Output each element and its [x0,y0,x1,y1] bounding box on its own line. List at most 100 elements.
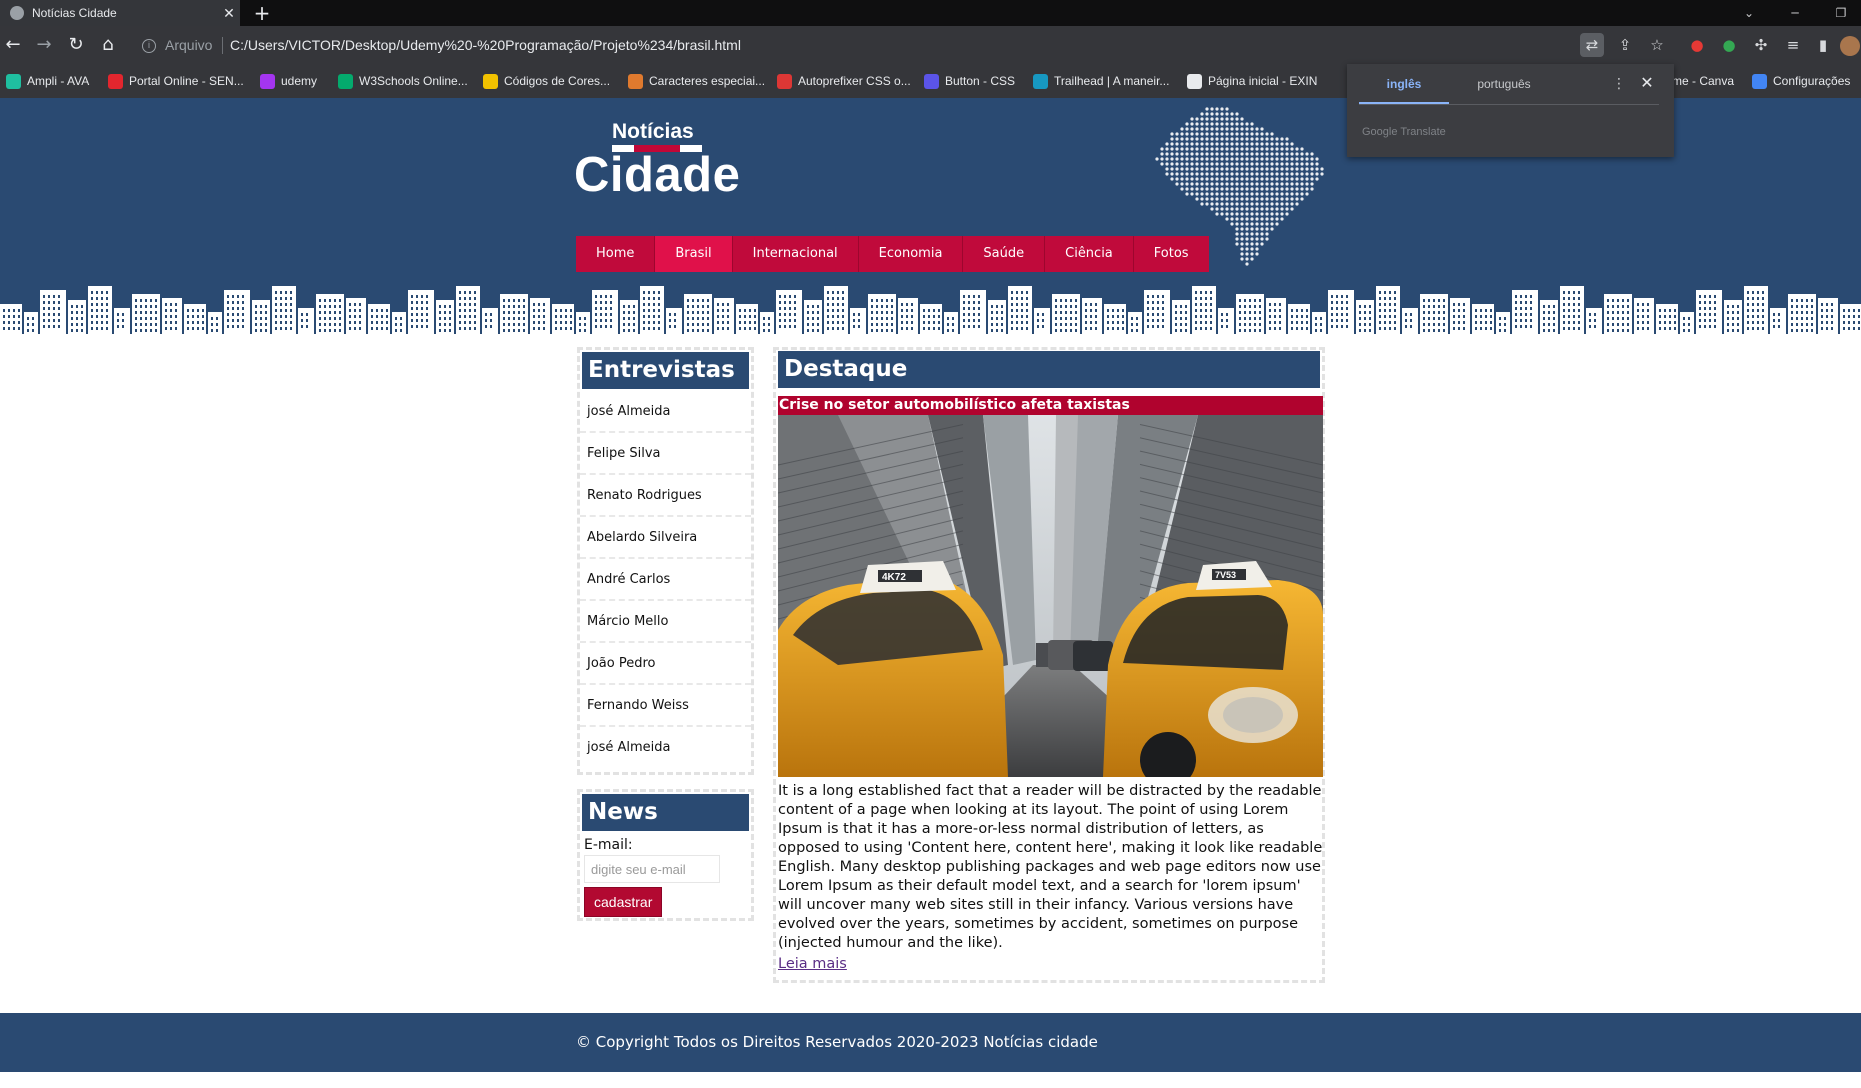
globe-icon [10,6,24,20]
email-field[interactable] [584,855,720,883]
site-footer: © Copyright Todos os Direitos Reservados… [0,1013,1861,1072]
nav-item-internacional[interactable]: Internacional [733,236,859,272]
interview-item[interactable]: Márcio Mello [580,601,751,643]
email-label: E-mail: [584,837,633,853]
browser-tab[interactable]: Notícias Cidade ✕ [0,0,240,26]
interview-item[interactable]: Abelardo Silveira [580,517,751,559]
bookmark-item[interactable]: Ampli - AVA [6,72,89,90]
google-translate-brand: Google Translate [1362,126,1446,138]
bookmark-item[interactable]: Página inicial - EXIN [1187,72,1317,90]
bookmark-favicon-icon [108,73,123,89]
subscribe-button[interactable]: cadastrar [584,887,663,917]
interview-item[interactable]: Felipe Silva [580,433,751,475]
close-tab-icon[interactable]: ✕ [218,5,240,22]
translate-divider [1359,104,1659,105]
close-icon[interactable]: ✕ [1637,73,1657,93]
bookmark-favicon-icon [260,73,275,89]
bookmark-favicon-icon [6,73,21,89]
bookmark-favicon-icon [338,73,353,89]
tab-title: Notícias Cidade [32,6,117,20]
city-taxis-photo: 4K72 7V53 [778,415,1323,777]
interview-item[interactable]: João Pedro [580,643,751,685]
bookmark-item[interactable]: Autoprefixer CSS o... [777,72,911,90]
main-nav: Home Brasil Internacional Economia Saúde… [576,236,1209,272]
highlight-title: Destaque [778,351,1320,388]
info-icon[interactable]: i [142,39,156,53]
side-panel-icon[interactable]: ▮ [1811,33,1835,57]
interview-item[interactable]: André Carlos [580,559,751,601]
extension-green-icon[interactable]: ● [1717,33,1741,57]
interview-item[interactable]: Renato Rodrigues [580,475,751,517]
bookmark-item[interactable]: Button - CSS [924,72,1015,90]
translate-tab-target[interactable]: português [1449,64,1559,104]
bookmark-favicon-icon [1033,73,1048,89]
logo-main-text: Cidade [574,148,741,202]
bookmark-label: udemy [281,74,318,88]
translate-popup: inglês português ⋮ ✕ Google Translate [1347,64,1674,157]
bookmark-label: W3Schools Online... [359,74,468,88]
taxi-plate-right: 7V53 [1215,570,1236,580]
home-icon[interactable]: ⌂ [96,33,120,57]
bookmark-label: Caracteres especiai... [649,74,766,88]
logo-top-text: Notícias [612,120,694,143]
new-tab-button[interactable]: + [250,1,274,25]
bookmark-label: Trailhead | A maneir... [1054,74,1170,88]
nav-item-saude[interactable]: Saúde [963,236,1046,272]
bookmark-item[interactable]: me - Canva [1672,72,1734,90]
interview-item[interactable]: josé Almeida [580,391,751,433]
article-headline: Crise no setor automobilístico afeta tax… [778,396,1323,415]
translate-tab-source[interactable]: inglês [1359,64,1449,104]
bookmark-item[interactable]: udemy [260,72,317,90]
reading-list-icon[interactable]: ≡ [1781,33,1805,57]
bookmark-favicon-icon [483,73,498,89]
browser-tabstrip: Notícias Cidade ✕ + ⌄ ─ ❐ [0,0,1861,26]
bookmark-label: Portal Online - SEN... [129,74,244,88]
interviews-title: Entrevistas [582,352,749,389]
bookmark-star-icon[interactable]: ☆ [1645,33,1669,57]
reload-icon[interactable]: ↻ [64,33,88,57]
extensions-puzzle-icon[interactable]: ✣ [1749,33,1773,57]
restore-icon[interactable]: ❐ [1821,0,1861,26]
bookmark-item[interactable]: Caracteres especiai... [628,72,765,90]
bookmark-favicon-icon [777,73,792,89]
nav-item-economia[interactable]: Economia [859,236,964,272]
article-body: It is a long established fact that a rea… [778,783,1323,951]
profile-avatar[interactable] [1840,36,1860,56]
tab-search-icon[interactable]: ⌄ [1729,0,1769,26]
translate-icon[interactable]: ⇄ [1580,33,1604,57]
bookmark-item[interactable]: Portal Online - SEN... [108,72,244,90]
more-options-icon[interactable]: ⋮ [1609,74,1629,94]
bookmark-item[interactable]: Configurações [1752,72,1850,90]
nav-item-home[interactable]: Home [576,236,656,272]
bookmark-favicon-icon [1752,73,1767,89]
bookmark-item[interactable]: Códigos de Cores... [483,72,610,90]
forward-icon[interactable]: → [32,33,56,57]
bookmark-label: me - Canva [1672,74,1735,88]
url-scheme-label: Arquivo [165,37,213,53]
bookmark-favicon-icon [1187,73,1202,89]
nav-item-brasil[interactable]: Brasil [655,236,733,272]
minimize-icon[interactable]: ─ [1775,0,1815,26]
nav-item-ciencia[interactable]: Ciência [1045,236,1134,272]
address-bar[interactable]: C:/Users/VICTOR/Desktop/Udemy%20-%20Prog… [230,37,741,53]
back-icon[interactable]: ← [1,33,25,57]
extension-red-icon[interactable]: ● [1685,33,1709,57]
interview-item[interactable]: josé Almeida [580,727,751,769]
bookmark-item[interactable]: Trailhead | A maneir... [1033,72,1169,90]
interviews-box: Entrevistas josé Almeida Felipe Silva Re… [577,347,754,775]
city-skyline-decoration [0,286,1861,334]
url-divider [222,37,223,54]
read-more-link[interactable]: Leia mais [778,956,847,972]
interview-item[interactable]: Fernando Weiss [580,685,751,727]
bookmark-label: Configurações [1773,74,1851,88]
bookmark-label: Página inicial - EXIN [1208,74,1318,88]
bookmark-label: Códigos de Cores... [504,74,611,88]
bookmark-favicon-icon [628,73,643,89]
bookmark-label: Ampli - AVA [27,74,90,88]
share-icon[interactable]: ⇪ [1613,33,1637,57]
highlight-box: Destaque Crise no setor automobilístico … [773,347,1325,983]
news-box: News E-mail: cadastrar [577,789,754,921]
nav-item-fotos[interactable]: Fotos [1134,236,1209,272]
browser-toolbar: ← → ↻ ⌂ i Arquivo C:/Users/VICTOR/Deskto… [0,26,1861,64]
bookmark-item[interactable]: W3Schools Online... [338,72,468,90]
